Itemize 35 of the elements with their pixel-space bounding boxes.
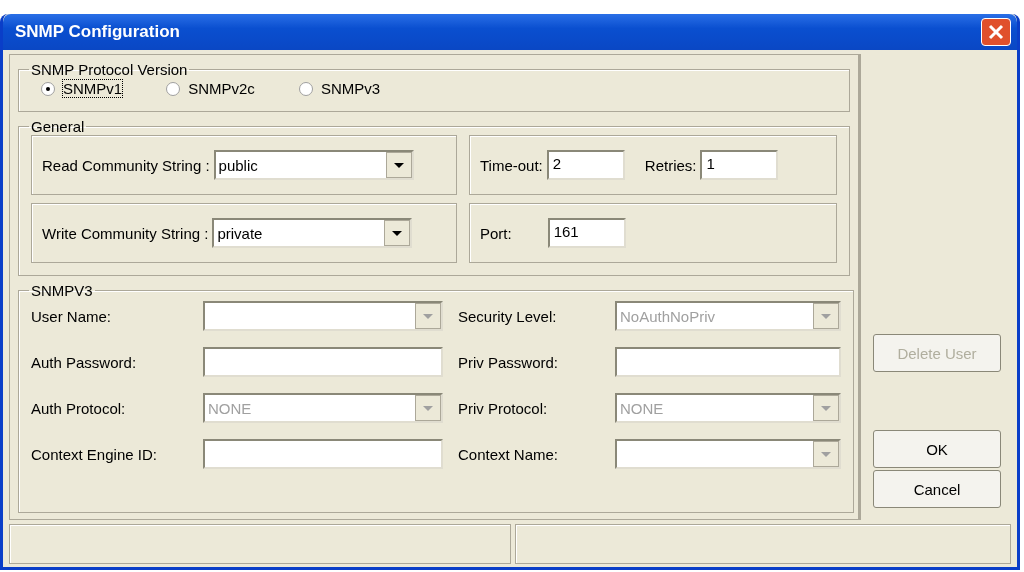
combo-box[interactable]: private — [212, 218, 413, 248]
input-field[interactable] — [203, 347, 443, 377]
close-icon — [987, 23, 1005, 41]
field-label: Security Level: — [458, 307, 558, 325]
field-label: Time-out: — [480, 156, 543, 174]
radio-button[interactable] — [166, 81, 181, 96]
field-label: Read Community String : — [42, 156, 210, 174]
field-label: Retries: — [644, 156, 697, 174]
dialog-button[interactable]: OK — [873, 430, 1001, 468]
group-label: General — [30, 118, 86, 135]
close-button[interactable] — [981, 18, 1011, 46]
group-label: SNMPV3 — [30, 282, 94, 299]
combo-box[interactable]: public — [213, 150, 414, 180]
field-label: Priv Password: — [458, 353, 560, 371]
field-label: Auth Password: — [31, 353, 138, 371]
input-field[interactable]: 1 — [700, 150, 779, 180]
input-field[interactable]: 2 — [546, 150, 625, 180]
input-field[interactable] — [203, 439, 443, 469]
field-label: User Name: — [31, 307, 113, 325]
radio-button[interactable] — [298, 81, 313, 96]
field-label: Port: — [480, 224, 512, 242]
radio-label[interactable]: SNMPv1 — [63, 80, 123, 97]
group-label: SNMP Protocol Version — [30, 61, 189, 78]
field-label: Auth Protocol: — [31, 399, 127, 417]
field-label: Write Community String : — [42, 224, 209, 242]
radio-button[interactable] — [41, 81, 55, 96]
input-field[interactable] — [615, 347, 841, 377]
radio-label[interactable]: SNMPv3 — [320, 80, 381, 97]
window-title: SNMP Configuration — [15, 22, 180, 42]
field-label: Context Engine ID: — [31, 445, 158, 463]
dialog-button[interactable]: Cancel — [873, 470, 1001, 508]
field-label: Priv Protocol: — [458, 399, 549, 417]
radio-label[interactable]: SNMPv2c — [188, 80, 255, 97]
input-field[interactable]: 161 — [547, 218, 626, 248]
field-label: Context Name: — [458, 445, 560, 463]
